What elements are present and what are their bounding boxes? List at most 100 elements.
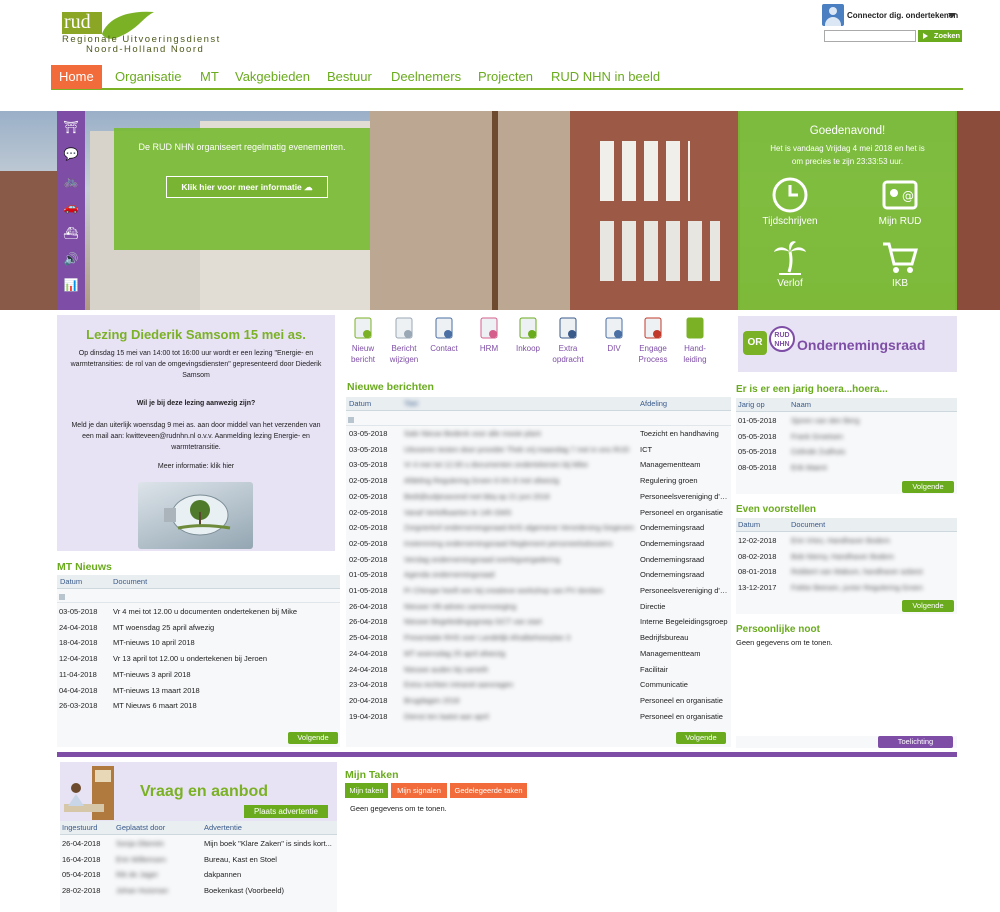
row-title[interactable]: Zorgvierkof ondernemingsraad AVG algemen… <box>404 520 634 536</box>
mt-nieuws-next-button[interactable]: Volgende <box>288 732 338 744</box>
row-title[interactable]: Nieuwe auden bij cameth <box>404 662 634 678</box>
quick-link[interactable]: HRM <box>472 316 506 354</box>
filter-row[interactable] <box>57 591 340 603</box>
museum-icon[interactable]: ⛩ <box>62 119 80 135</box>
table-row[interactable]: 25-04-2018 Presentatie RHS over Landelijk… <box>346 630 731 646</box>
table-row[interactable]: 26-04-2018 Sonja Oberein Mijn boek "Klare … <box>60 836 337 852</box>
table-row[interactable]: 28-02-2018 Johan Huisman Boekenkast (Voorb… <box>60 883 337 899</box>
quick-link[interactable]: Hand-leiding <box>678 316 712 365</box>
col-ingestuurd[interactable]: Ingestuurd <box>62 823 97 832</box>
col-datum[interactable]: Datum <box>60 577 82 586</box>
table-row[interactable]: 26-04-2018 Nieuwe VB-advies samenvoeging D… <box>346 599 731 615</box>
bicycle-icon[interactable]: 🚲 <box>62 173 80 189</box>
chat-icon[interactable]: 💬 <box>62 146 80 162</box>
filter-icon[interactable] <box>59 594 65 600</box>
table-row[interactable]: 24-04-2018 MT woensdag 25 april afwezig Ma… <box>346 646 731 662</box>
row-title[interactable]: Pr Chirope heeft een bij creatieve works… <box>404 583 634 599</box>
row-title[interactable]: Instemming ondernemingsraad Reglement pe… <box>404 536 634 552</box>
tab-mijn-taken[interactable]: Mijn taken <box>345 783 388 798</box>
col-afdeling[interactable]: Afdeling <box>640 399 667 408</box>
table-row[interactable]: 02-05-2018 Afdeling Regulering Groen 6 t/… <box>346 473 731 489</box>
tab-mijn-signalen[interactable]: Mijn signalen <box>391 783 447 798</box>
row-title[interactable]: Nieuwe VB-advies samenvoeging <box>404 599 634 615</box>
presentation-icon[interactable]: 📊 <box>62 277 80 293</box>
table-row[interactable]: 12-04-2018 Vr 13 april tot 12.00 u ondert… <box>57 651 340 667</box>
col-document[interactable]: Document <box>113 577 147 586</box>
quick-link[interactable]: Engage Process <box>636 316 670 365</box>
row-document[interactable]: MT-nieuws 10 april 2018 <box>113 635 195 651</box>
quick-link[interactable]: DIV <box>597 316 631 354</box>
table-row[interactable]: 08-01-2018 Robbert van Mabum, handhaver a… <box>736 564 957 580</box>
table-row[interactable]: 01-05-2018 Sjoren van den Berg <box>736 413 957 429</box>
table-row[interactable]: 26-03-2018 MT Nieuws 6 maart 2018 <box>57 698 340 714</box>
row-document[interactable]: MT-nieuws 3 april 2018 <box>113 667 191 683</box>
quick-link[interactable]: Nieuw bericht <box>346 316 380 365</box>
toelichting-button[interactable]: Toelichting <box>878 736 953 748</box>
logo[interactable]: rud <box>62 12 102 34</box>
row-title[interactable]: Afdeling Regulering Groen 6 t/m 8 mei af… <box>404 473 634 489</box>
table-row[interactable]: 20-04-2018 Brugdagen 2018 Personeel en org… <box>346 693 731 709</box>
table-row[interactable]: 02-05-2018 Verslag ondernemingsraad overl… <box>346 552 731 568</box>
row-document[interactable]: Erin Vries, Handhaver Bodem <box>791 533 890 549</box>
table-row[interactable]: 11-04-2018 MT-nieuws 3 april 2018 <box>57 667 340 683</box>
table-row[interactable]: 05-05-2018 Frank Groetsen <box>736 429 957 445</box>
row-document[interactable]: Vr 13 april tot 12.00 u ondertekenen bij… <box>113 651 267 667</box>
table-row[interactable]: 12-02-2018 Erin Vries, Handhaver Bodem <box>736 533 957 549</box>
row-title[interactable]: MT woensdag 25 april afwezig <box>404 646 634 662</box>
row-title[interactable]: Uitvoeren testen door provider Thek vrij… <box>404 442 634 458</box>
table-row[interactable]: 26-04-2018 Nieuwe Begeleidingsgroep GCT v… <box>346 614 731 630</box>
search-input[interactable] <box>824 30 916 42</box>
row-document[interactable]: MT-nieuws 13 maart 2018 <box>113 683 200 699</box>
quick-link[interactable]: Bericht wijzigen <box>387 316 421 365</box>
row-title[interactable]: Vr 4 mei tot 12.00 u documenten ondertek… <box>404 457 634 473</box>
table-row[interactable]: 18-04-2018 MT-nieuws 10 april 2018 <box>57 635 340 651</box>
row-document[interactable]: MT woensdag 25 april afwezig <box>113 620 214 636</box>
col-document[interactable]: Document <box>791 520 825 529</box>
filter-row[interactable] <box>346 414 731 426</box>
col-titel[interactable]: Titel <box>404 399 418 408</box>
berichten-next-button[interactable]: Volgende <box>676 732 726 744</box>
row-title[interactable]: Brugdagen 2018 <box>404 693 634 709</box>
table-row[interactable]: 24-04-2018 MT woensdag 25 april afwezig <box>57 620 340 636</box>
filter-icon[interactable] <box>348 417 354 423</box>
search-button[interactable]: Zoeken <box>918 30 962 42</box>
table-row[interactable]: 08-05-2018 Erik Maent <box>736 460 957 476</box>
tile-tijdschrijven[interactable]: Tijdschrijven <box>755 176 825 227</box>
table-row[interactable]: 13-12-2017 Fokke Beesen, junior Regulerin… <box>736 580 957 596</box>
row-title[interactable]: Sale Nieuw Bedenk voor alle mooie plant <box>404 426 634 442</box>
nav-vakgebieden[interactable]: Vakgebieden <box>235 65 310 89</box>
row-advertentie[interactable]: Mijn boek "Klare Zaken" is sinds kort... <box>204 836 336 852</box>
row-title[interactable]: Vanaf Verlofkaarten te 14h GMS <box>404 505 634 521</box>
row-title[interactable]: Agenda ondernemingsraad <box>404 567 634 583</box>
nav-home[interactable]: Home <box>51 65 102 89</box>
table-row[interactable]: 02-05-2018 Instemming ondernemingsraad Re… <box>346 536 731 552</box>
row-advertentie[interactable]: dakpannen <box>204 867 336 883</box>
table-row[interactable]: 16-04-2018 Erin Willemsen Bureau, Kast en … <box>60 852 337 868</box>
tab-gedelegeerde-taken[interactable]: Gedelegeerde taken <box>450 783 527 798</box>
table-row[interactable]: 05-05-2018 Celinde Zudhuis <box>736 444 957 460</box>
table-row[interactable]: 23-04-2018 Extra rechten intranet aanvrag… <box>346 677 731 693</box>
table-row[interactable]: 24-04-2018 Nieuwe auden bij cameth Facilit… <box>346 662 731 678</box>
col-jarig-op[interactable]: Jarig op <box>738 400 765 409</box>
table-row[interactable]: 02-05-2018 Zorgvierkof ondernemingsraad A… <box>346 520 731 536</box>
event-info-button[interactable]: Klik hier voor meer informatie ☁ <box>166 176 328 198</box>
row-document[interactable]: Robbert van Mabum, handhaver asbest <box>791 564 923 580</box>
nav-deelnemers[interactable]: Deelnemers <box>391 65 461 89</box>
col-naam[interactable]: Naam <box>791 400 811 409</box>
table-row[interactable]: 01-05-2018 Pr Chirope heeft een bij creat… <box>346 583 731 599</box>
table-row[interactable]: 03-05-2018 Sale Nieuw Bedenk voor alle mo… <box>346 426 731 442</box>
nav-mt[interactable]: MT <box>200 65 219 89</box>
user-avatar[interactable] <box>822 4 844 26</box>
row-title[interactable]: Verslag ondernemingsraad overlegvergader… <box>404 552 634 568</box>
car-icon[interactable]: 🚗 <box>62 199 80 215</box>
table-row[interactable]: 05-04-2018 Rik de Jager dakpannen <box>60 867 337 883</box>
tile-verlof[interactable]: Verlof <box>755 238 825 289</box>
table-row[interactable]: 04-04-2018 MT-nieuws 13 maart 2018 <box>57 683 340 699</box>
voorstellen-next-button[interactable]: Volgende <box>902 600 954 612</box>
table-row[interactable]: 03-05-2018 Vr 4 mei tot 12.00 u documente… <box>346 457 731 473</box>
user-name[interactable]: Connector dig. ondertekenen <box>847 11 958 20</box>
lezing-title[interactable]: Lezing Diederik Samsom 15 mei as. <box>57 327 335 342</box>
row-document[interactable]: Fokke Beesen, junior Regulering Groen <box>791 580 923 596</box>
quick-link[interactable]: Extra opdracht <box>551 316 585 365</box>
table-row[interactable]: 03-05-2018 Vr 4 mei tot 12.00 u documente… <box>57 604 340 620</box>
